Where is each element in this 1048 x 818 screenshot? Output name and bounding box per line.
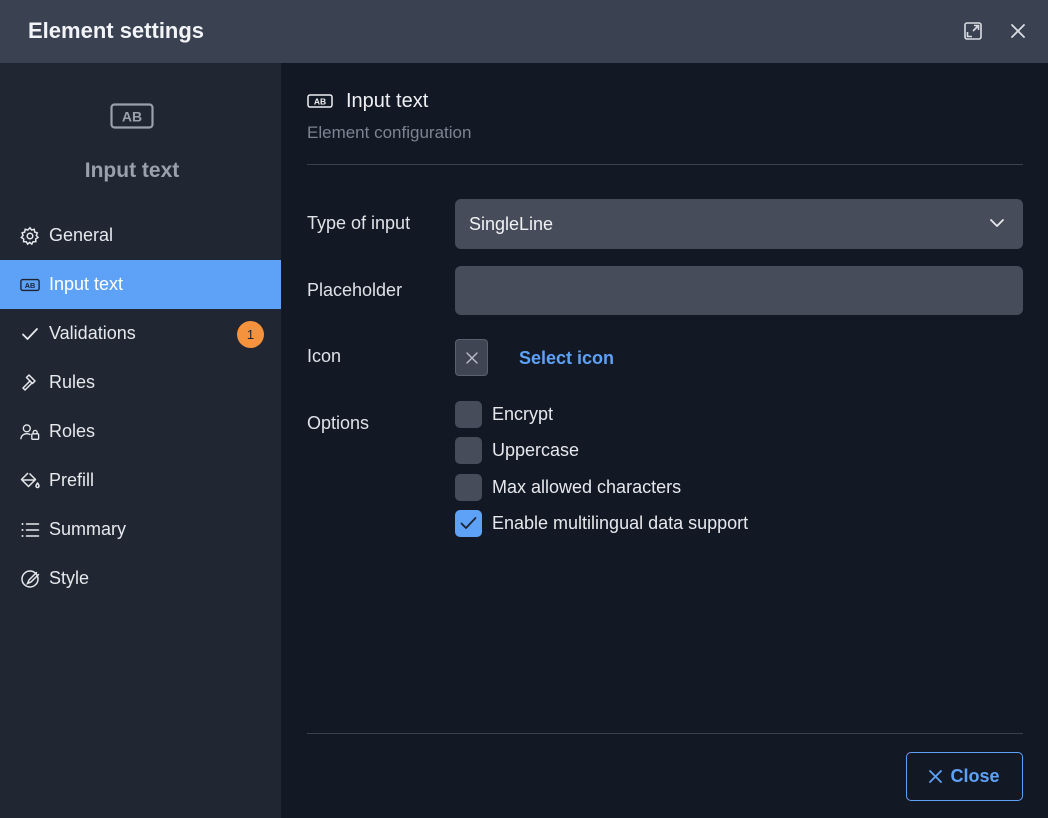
palette-icon bbox=[20, 569, 40, 589]
sidebar-item-label: General bbox=[49, 225, 114, 245]
input-text-icon: AB bbox=[110, 103, 154, 134]
window-title: Element settings bbox=[28, 18, 205, 43]
header-divider bbox=[307, 164, 1023, 165]
title-bar: Element settings bbox=[0, 0, 1048, 63]
close-button[interactable]: Close bbox=[906, 752, 1023, 801]
option-uppercase[interactable]: Uppercase bbox=[455, 436, 579, 464]
type-of-input-select[interactable]: SingleLine bbox=[455, 199, 1023, 249]
sidebar-item-label: Summary bbox=[49, 519, 127, 539]
type-of-input-value: SingleLine bbox=[469, 214, 554, 234]
check-icon bbox=[460, 517, 477, 529]
sidebar-item-general[interactable]: General bbox=[0, 211, 281, 260]
gear-icon bbox=[20, 226, 40, 246]
input-text-icon: AB bbox=[307, 94, 333, 113]
sidebar-item-roles[interactable]: Roles bbox=[0, 407, 281, 456]
encrypt-checkbox[interactable] bbox=[455, 400, 482, 428]
sidebar-item-label: Prefill bbox=[49, 470, 95, 490]
sidebar-item-label: Validations bbox=[49, 323, 136, 343]
option-label: Max allowed characters bbox=[492, 476, 682, 497]
main-panel: AB Input text Element configuration Type… bbox=[281, 63, 1048, 818]
sidebar-item-label: Rules bbox=[49, 372, 96, 392]
footer-divider bbox=[307, 733, 1023, 734]
page-subtitle: Element configuration bbox=[307, 123, 472, 142]
sidebar-title: Input text bbox=[84, 159, 180, 182]
validation-count-badge: 1 bbox=[237, 321, 264, 348]
select-icon-link[interactable]: Select icon bbox=[519, 348, 614, 369]
placeholder-label: Placeholder bbox=[307, 280, 403, 300]
sidebar-item-summary[interactable]: Summary bbox=[0, 505, 281, 554]
chevron-down-icon bbox=[989, 215, 1005, 236]
page-title: Input text bbox=[346, 90, 429, 112]
option-label: Encrypt bbox=[492, 403, 554, 424]
svg-text:AB: AB bbox=[25, 281, 36, 290]
clear-icon-button[interactable] bbox=[455, 339, 488, 376]
x-icon bbox=[465, 351, 478, 364]
close-icon bbox=[929, 770, 943, 783]
sidebar: AB Input text General AB Input text Vali… bbox=[0, 63, 281, 818]
type-of-input-label: Type of input bbox=[307, 213, 411, 233]
gavel-icon bbox=[20, 373, 40, 393]
sidebar-item-label: Roles bbox=[49, 421, 96, 441]
sidebar-item-label: Style bbox=[49, 568, 90, 588]
option-label: Enable multilingual data support bbox=[492, 512, 749, 533]
list-icon bbox=[20, 520, 40, 540]
sidebar-nav: General AB Input text Validations 1 Rule… bbox=[0, 211, 281, 603]
option-max-allowed-characters[interactable]: Max allowed characters bbox=[455, 473, 681, 501]
sidebar-item-rules[interactable]: Rules bbox=[0, 358, 281, 407]
options-label: Options bbox=[307, 413, 370, 433]
close-button-label: Close bbox=[950, 766, 1000, 786]
svg-text:AB: AB bbox=[122, 109, 142, 125]
multilingual-checkbox[interactable] bbox=[455, 509, 482, 537]
max-allowed-characters-checkbox[interactable] bbox=[455, 473, 482, 501]
uppercase-checkbox[interactable] bbox=[455, 436, 482, 464]
placeholder-input[interactable] bbox=[455, 266, 1023, 315]
option-encrypt[interactable]: Encrypt bbox=[455, 400, 553, 428]
input-text-icon: AB bbox=[20, 275, 40, 295]
sidebar-item-prefill[interactable]: Prefill bbox=[0, 456, 281, 505]
icon-label: Icon bbox=[307, 346, 342, 366]
sidebar-item-style[interactable]: Style bbox=[0, 554, 281, 603]
svg-text:AB: AB bbox=[314, 96, 326, 106]
sidebar-item-validations[interactable]: Validations 1 bbox=[0, 309, 281, 358]
option-multilingual[interactable]: Enable multilingual data support bbox=[455, 509, 748, 537]
user-lock-icon bbox=[20, 422, 40, 442]
sidebar-item-input-text[interactable]: AB Input text bbox=[0, 260, 281, 309]
sidebar-item-label: Input text bbox=[49, 274, 124, 294]
close-icon[interactable] bbox=[1005, 18, 1031, 44]
option-label: Uppercase bbox=[492, 439, 580, 460]
expand-icon[interactable] bbox=[960, 18, 986, 44]
check-icon bbox=[20, 324, 40, 344]
fill-drip-icon bbox=[20, 471, 40, 491]
